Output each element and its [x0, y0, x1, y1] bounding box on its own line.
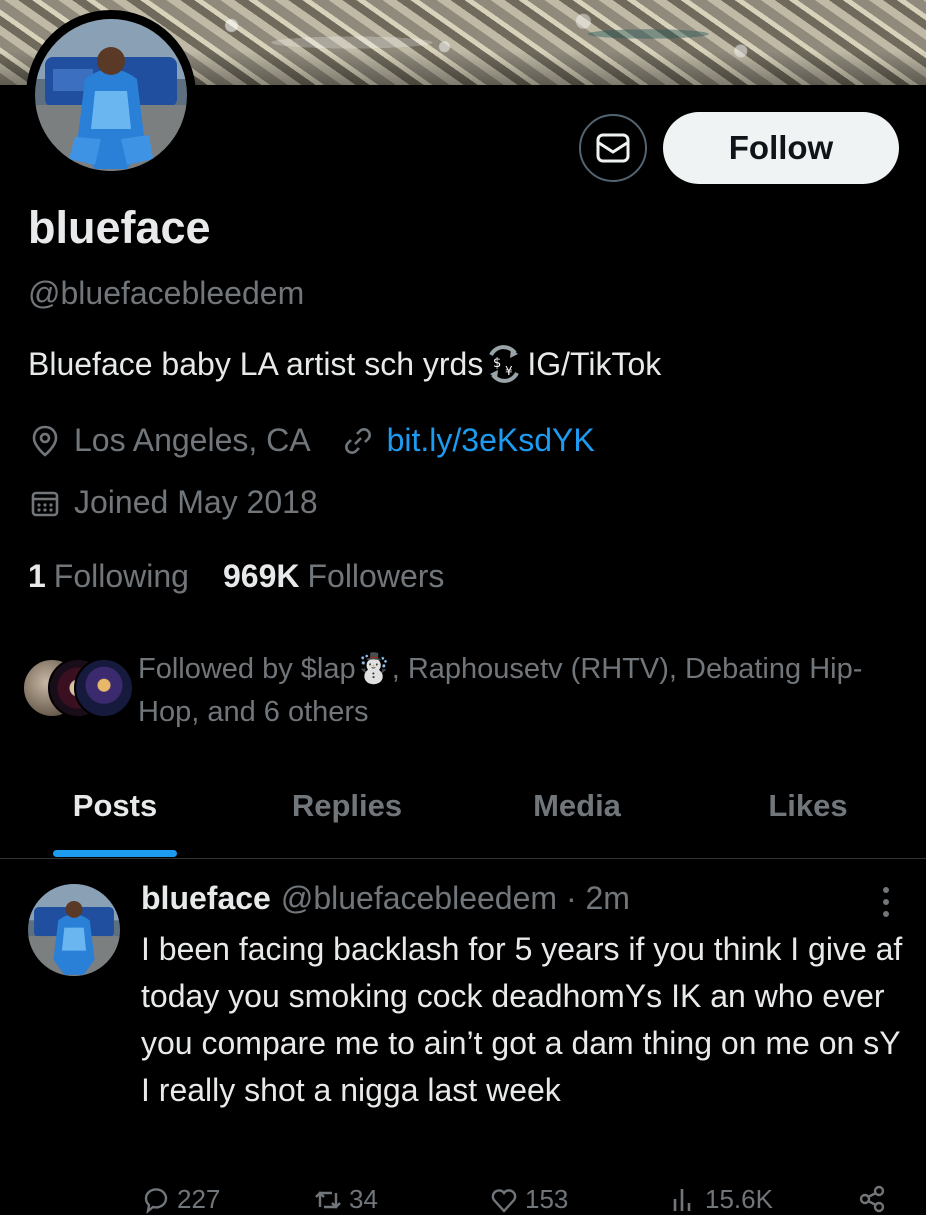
share-button[interactable] — [857, 1184, 887, 1214]
followers-stat[interactable]: 969K Followers — [223, 558, 444, 595]
bio-text: Blueface baby LA artist sch yrds — [28, 345, 484, 382]
mutual-avatar-3 — [74, 658, 134, 718]
share-icon — [859, 1185, 885, 1213]
active-tab-indicator — [53, 850, 177, 857]
followed-by-row[interactable]: Followed by $lap☃️, Raphousetv (RHTV), D… — [22, 648, 878, 734]
mail-icon — [596, 133, 630, 163]
post-author-name[interactable]: blueface — [141, 880, 271, 916]
profile-actions: Follow — [579, 112, 899, 184]
post-author-handle[interactable]: @bluefacebleedem — [281, 880, 557, 916]
profile-joined-row: Joined May 2018 — [28, 484, 318, 521]
following-count: 1 — [28, 558, 46, 594]
post-actions: 227 34 153 15.6K — [141, 1184, 885, 1214]
follow-button[interactable]: Follow — [663, 112, 899, 184]
profile-tabs: Posts Replies Media Likes — [0, 760, 926, 859]
tab-likes[interactable]: Likes — [768, 788, 847, 824]
tab-media[interactable]: Media — [533, 788, 621, 824]
tab-posts[interactable]: Posts — [73, 788, 157, 824]
profile-bio: Blueface baby LA artist sch yrds $ ¥ IG/… — [28, 345, 661, 383]
profile-handle: @bluefacebleedem — [28, 275, 305, 311]
post-text: I been facing backlash for 5 years if yo… — [141, 931, 903, 1108]
website-link[interactable]: bit.ly/3eKsdYK — [387, 422, 595, 459]
svg-text:¥: ¥ — [505, 364, 513, 378]
currency-exchange-emoji: $ ¥ — [489, 345, 520, 383]
mutual-avatars — [22, 658, 134, 718]
location-text: Los Angeles, CA — [74, 422, 311, 458]
post-header: blueface @bluefacebleedem · 2m — [141, 880, 630, 917]
more-options-icon[interactable] — [880, 884, 892, 920]
message-button[interactable] — [579, 114, 647, 182]
post-time[interactable]: · 2m — [566, 880, 630, 916]
display-name: blueface — [28, 202, 211, 253]
joined-date: Joined May 2018 — [74, 484, 318, 520]
svg-text:$: $ — [493, 356, 501, 371]
following-stat[interactable]: 1 Following — [28, 558, 189, 595]
post-author-avatar[interactable] — [28, 884, 120, 976]
location-pin-icon — [28, 424, 62, 458]
calendar-icon — [28, 486, 62, 520]
followers-label: Followers — [307, 558, 445, 594]
profile-stats: 1 Following 969K Followers — [28, 558, 444, 595]
following-label: Following — [53, 558, 189, 594]
followers-count: 969K — [222, 558, 300, 594]
followed-by-text: Followed by $lap☃️, Raphousetv (RHTV), D… — [138, 653, 863, 728]
bio-suffix: IG/TikTok — [527, 345, 662, 382]
profile-avatar[interactable] — [26, 10, 196, 180]
link-icon — [341, 424, 375, 458]
avatar-image — [35, 19, 187, 171]
profile-location-row: Los Angeles, CA bit.ly/3eKsdYK — [28, 422, 595, 459]
tab-replies[interactable]: Replies — [292, 788, 402, 824]
